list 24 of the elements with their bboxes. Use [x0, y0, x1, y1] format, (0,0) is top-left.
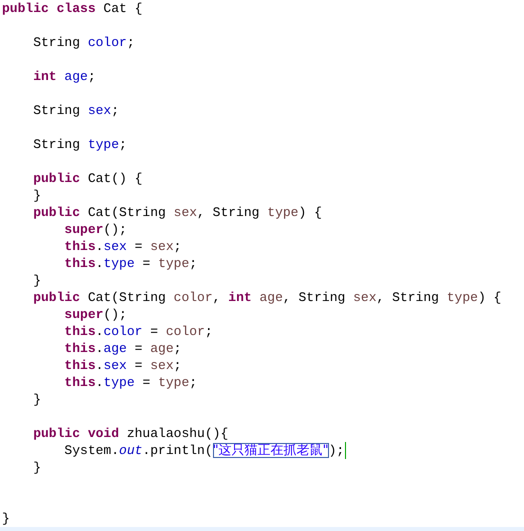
code-line: this.sex = sex; — [63, 238, 182, 255]
code-line: public Cat(String sex, String type) { — [32, 204, 322, 221]
code-line: } — [32, 187, 42, 204]
code-line: public void zhualaoshu(){ — [32, 425, 228, 442]
code-line: } — [32, 272, 42, 289]
code-line: } — [32, 459, 42, 476]
code-line: public Cat() { — [32, 170, 142, 187]
code-line: public Cat(String color, int age, String sex, String type) { — [32, 289, 502, 306]
code-line: public class Cat { — [2, 0, 142, 17]
code-line: } — [2, 510, 10, 527]
code-line: } — [32, 391, 42, 408]
code-line: String color; — [32, 34, 135, 51]
code-line: this.sex = sex; — [63, 357, 182, 374]
code-line: super(); — [63, 221, 127, 238]
code-line: this.type = type; — [63, 374, 198, 391]
code-line: String sex; — [32, 102, 120, 119]
code-editor[interactable] — [0, 0, 524, 531]
code-line: this.type = type; — [63, 255, 198, 272]
code-line: this.age = age; — [63, 340, 182, 357]
code-line: int age; — [32, 68, 96, 85]
code-line: super(); — [63, 306, 127, 323]
code-line: this.color = color; — [63, 323, 213, 340]
code-line: System.out.println("这只猫正在抓老鼠"); — [2, 442, 346, 459]
code-line: String type; — [32, 136, 127, 153]
